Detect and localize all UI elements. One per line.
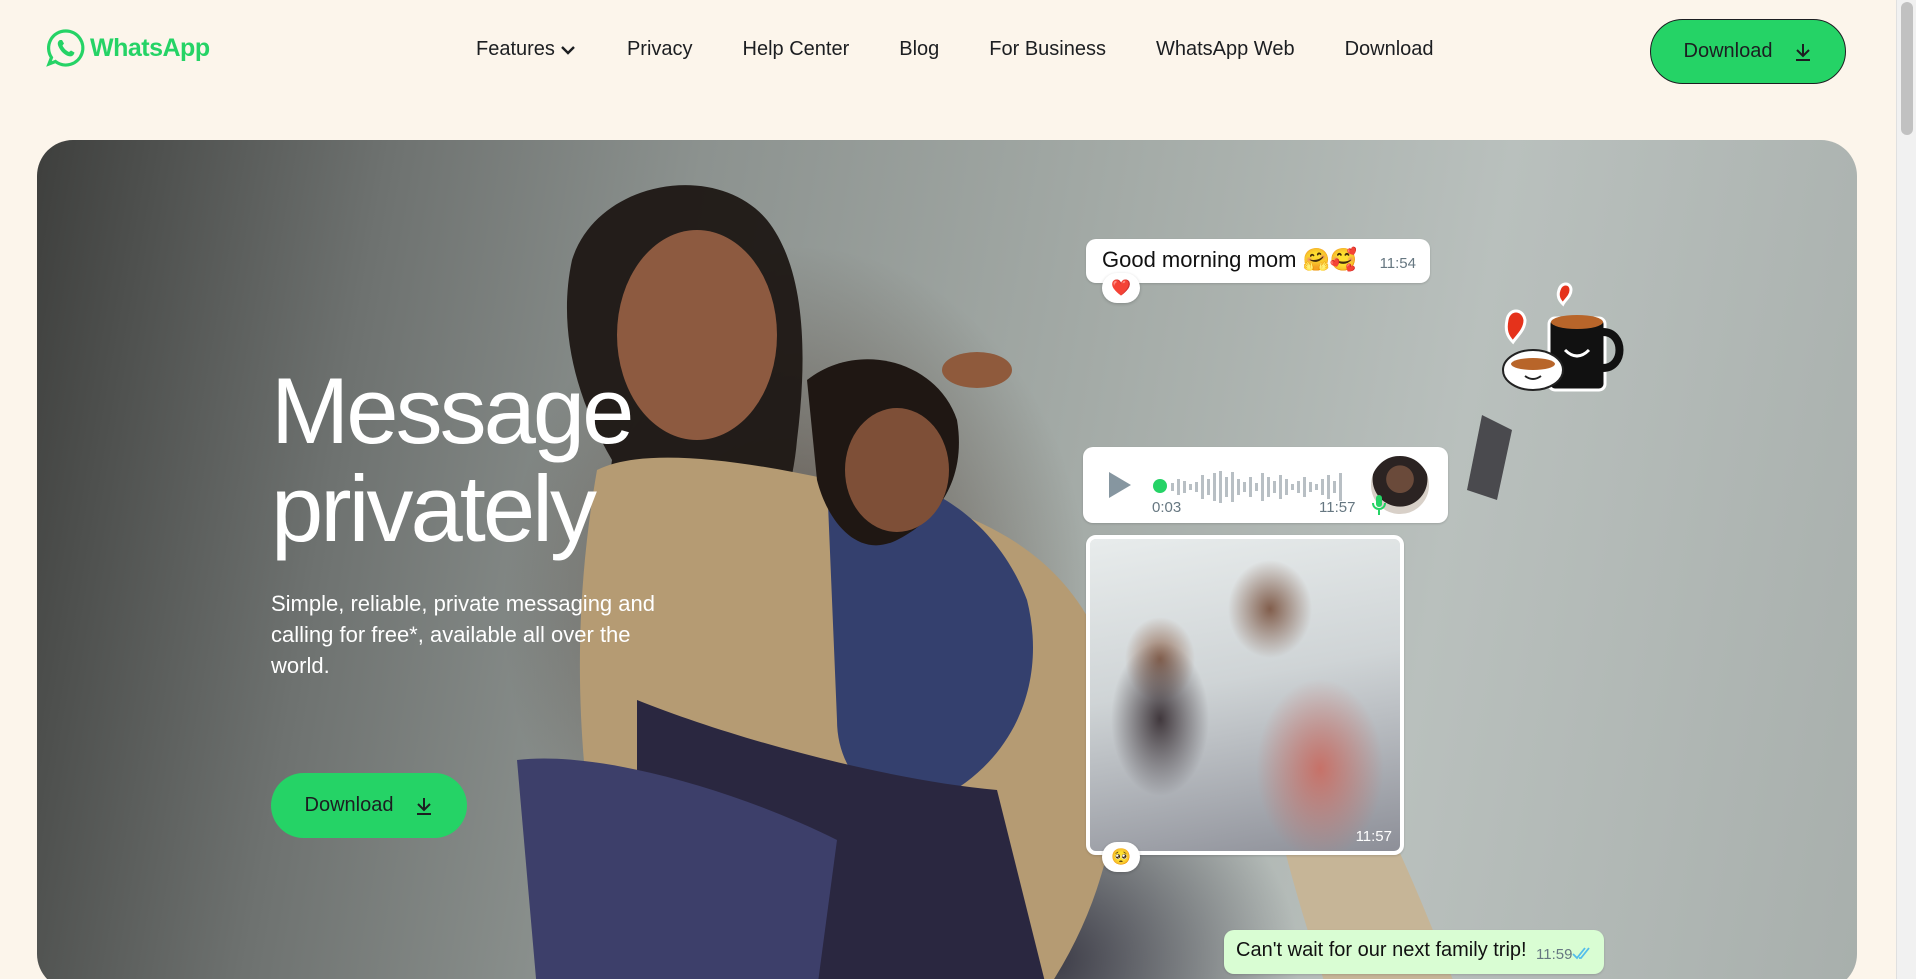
nav-blog[interactable]: Blog: [899, 38, 939, 61]
mic-icon: [1372, 495, 1386, 515]
main-nav: Features Privacy Help Center Blog For Bu…: [476, 38, 1484, 61]
scrollbar-thumb[interactable]: [1901, 2, 1913, 135]
double-check-icon: [1572, 947, 1590, 960]
site-header: WhatsApp Features Privacy Help Center Bl…: [0, 0, 1896, 100]
nav-whatsapp-web[interactable]: WhatsApp Web: [1156, 38, 1295, 61]
whatsapp-logo-icon: [46, 29, 85, 67]
header-download-label: Download: [1683, 40, 1773, 62]
nav-download[interactable]: Download: [1345, 38, 1434, 61]
photo-bubble[interactable]: 11:57: [1086, 535, 1404, 855]
whatsapp-logo[interactable]: WhatsApp: [46, 28, 210, 68]
nav-help-center[interactable]: Help Center: [743, 38, 850, 61]
nav-features[interactable]: Features: [476, 38, 577, 61]
voice-progress-dot[interactable]: [1153, 479, 1167, 493]
hero-subtitle: Simple, reliable, private messaging and …: [271, 591, 655, 678]
chevron-down-icon: [561, 45, 575, 55]
shared-photo: [1090, 539, 1400, 851]
voice-time: 11:57: [1319, 499, 1356, 516]
download-arrow-icon: [1796, 43, 1811, 61]
hero-download-button[interactable]: Download: [271, 773, 467, 838]
page-scrollbar[interactable]: [1896, 0, 1916, 979]
header-download-button[interactable]: Download: [1650, 19, 1846, 84]
chat-bubble-time: 11:54: [1379, 255, 1416, 272]
logo-text: WhatsApp: [90, 33, 210, 62]
hero-title-line2: privately: [271, 456, 597, 561]
chat-bubble-text: Can't wait for our next family trip!: [1236, 939, 1527, 961]
hero-title: Message privately: [271, 362, 634, 561]
nav-for-business[interactable]: For Business: [989, 38, 1106, 61]
hero-title-line1: Message: [271, 358, 634, 463]
nav-features-label: Features: [476, 38, 555, 60]
chat-bubble-time: 11:59: [1536, 946, 1573, 963]
hero-section: Message privately Simple, reliable, priv…: [37, 140, 1857, 979]
photo-time: 11:57: [1355, 828, 1392, 845]
chat-bubble-morning: Good morning mom 🤗🥰 11:54: [1086, 239, 1430, 283]
voice-duration: 0:03: [1152, 499, 1182, 516]
download-arrow-icon: [417, 797, 432, 815]
chat-bubble-outgoing: Can't wait for our next family trip! 11:…: [1224, 930, 1604, 974]
chat-bubble-text: Good morning mom 🤗🥰: [1102, 247, 1358, 272]
photo-reaction: 🥺: [1102, 842, 1140, 872]
coffee-mugs-sticker: [1502, 282, 1624, 392]
nav-privacy[interactable]: Privacy: [627, 38, 693, 61]
heart-reaction: ❤️: [1102, 273, 1140, 303]
hero-download-label: Download: [304, 794, 394, 816]
play-icon[interactable]: [1105, 469, 1133, 501]
